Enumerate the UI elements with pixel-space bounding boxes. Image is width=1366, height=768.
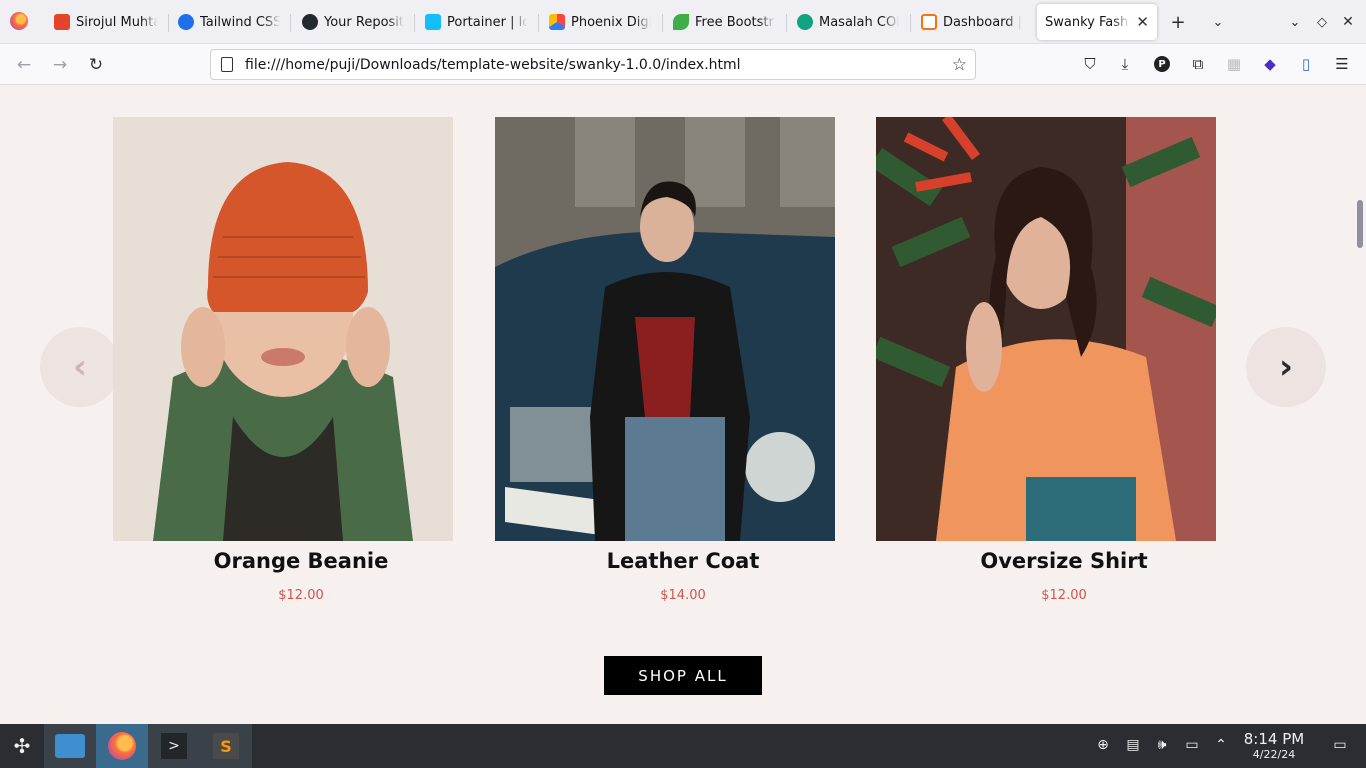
- tab-bootstrap[interactable]: Free Bootstrap: [665, 4, 783, 40]
- list-tabs-icon[interactable]: ⌄: [1206, 10, 1230, 34]
- product-name[interactable]: Leather Coat: [495, 549, 871, 573]
- tray-expand-icon[interactable]: ⌃: [1212, 736, 1230, 754]
- tab-dashboard[interactable]: Dashboard |: [913, 4, 1031, 40]
- scrollbar-thumb[interactable]: [1357, 200, 1363, 248]
- layers-extension-icon[interactable]: ◆: [1260, 54, 1280, 74]
- play-icon: [178, 14, 194, 30]
- firefox-icon[interactable]: [96, 724, 148, 768]
- terminal-icon[interactable]: >: [148, 724, 200, 768]
- phoenix-icon: [549, 14, 565, 30]
- update-icon[interactable]: ⊕: [1094, 736, 1112, 754]
- product-name[interactable]: Orange Beanie: [113, 549, 489, 573]
- url-bar[interactable]: file:///home/puji/Downloads/template-web…: [210, 49, 976, 80]
- chevron-right-icon: ›: [1278, 347, 1293, 387]
- product-image-orange-beanie[interactable]: [113, 117, 453, 541]
- page-icon: [221, 57, 233, 72]
- tab-cors[interactable]: Masalah CORS: [789, 4, 907, 40]
- grid-extension-icon[interactable]: ▦: [1224, 54, 1244, 74]
- shop-all-button[interactable]: SHOP ALL: [604, 656, 762, 695]
- chevron-left-icon: ‹: [72, 347, 87, 387]
- nav-bar: ← → ↻ file:///home/puji/Downloads/templa…: [0, 44, 1366, 85]
- tablet-extension-icon[interactable]: ▯: [1296, 54, 1316, 74]
- product-price: $12.00: [278, 588, 324, 603]
- reload-icon[interactable]: ↻: [83, 52, 109, 78]
- back-icon[interactable]: ←: [11, 52, 37, 78]
- show-desktop-icon[interactable]: ▭: [1331, 736, 1349, 754]
- dashboard-icon: [921, 14, 937, 30]
- product-name[interactable]: Oversize Shirt: [876, 549, 1252, 573]
- download-icon[interactable]: ⤓: [1115, 54, 1135, 74]
- scrollbar[interactable]: [1356, 85, 1366, 724]
- new-tab-icon[interactable]: +: [1166, 10, 1190, 34]
- tab-bar: Sirojul Muhtar Tailwind CSS Your Reposit…: [0, 0, 1366, 44]
- github-icon: [302, 14, 318, 30]
- menu-icon[interactable]: ☰: [1332, 54, 1352, 74]
- maximize-icon[interactable]: ◇: [1310, 10, 1334, 34]
- bookmark-star-icon[interactable]: ☆: [952, 55, 967, 75]
- clipboard-icon[interactable]: ▤: [1124, 736, 1142, 754]
- minimize-icon[interactable]: ⌄: [1283, 10, 1307, 34]
- profile-p-icon[interactable]: P: [1152, 54, 1172, 74]
- carousel-next-button[interactable]: ›: [1246, 327, 1326, 407]
- network-icon[interactable]: ▭: [1183, 736, 1201, 754]
- chatgpt-icon: [797, 14, 813, 30]
- tab-portainer[interactable]: Portainer | lo: [417, 4, 535, 40]
- sublime-text-icon[interactable]: S: [200, 724, 252, 768]
- tab-swanky[interactable]: Swanky Fashion ✕: [1037, 4, 1157, 40]
- portainer-icon: [425, 14, 441, 30]
- leaf-icon: [673, 14, 689, 30]
- tab-sirojul[interactable]: Sirojul Muhtar: [46, 4, 166, 40]
- close-window-icon[interactable]: ✕: [1336, 10, 1360, 34]
- clock-time: 8:14 PM: [1243, 730, 1305, 748]
- clock[interactable]: 8:14 PM 4/22/24: [1240, 730, 1308, 761]
- forward-icon[interactable]: →: [47, 52, 73, 78]
- app-launcher-icon[interactable]: ✣: [0, 724, 44, 768]
- extensions-icon[interactable]: ⧉: [1188, 54, 1208, 74]
- product-card[interactable]: Oversize Shirt $12.00: [876, 117, 1216, 603]
- product-image-oversize-shirt[interactable]: [876, 117, 1216, 541]
- tab-phoenix[interactable]: Phoenix Digital: [541, 4, 659, 40]
- product-image-leather-coat[interactable]: [495, 117, 835, 541]
- clock-date: 4/22/24: [1252, 748, 1296, 761]
- taskbar: ✣ > S ⊕ ▤ 🕪 ▭ ⌃ 8:14 PM 4/22/24 ▭: [0, 724, 1366, 768]
- product-card[interactable]: Leather Coat $14.00: [495, 117, 835, 603]
- file-manager-icon[interactable]: [44, 724, 96, 768]
- product-card[interactable]: Orange Beanie $12.00: [113, 117, 453, 603]
- firefox-view-icon[interactable]: [10, 12, 28, 30]
- page-content: ‹ Orange Beanie $12.00 Leather Coat $14.…: [0, 85, 1356, 724]
- close-tab-icon[interactable]: ✕: [1136, 13, 1149, 31]
- product-price: $14.00: [660, 588, 706, 603]
- tab-github[interactable]: Your Repositories: [294, 4, 412, 40]
- url-text[interactable]: file:///home/puji/Downloads/template-web…: [245, 57, 952, 73]
- volume-icon[interactable]: 🕪: [1153, 736, 1171, 754]
- product-price: $12.00: [1041, 588, 1087, 603]
- pocket-icon[interactable]: ⛉: [1080, 54, 1100, 74]
- tab-tailwind[interactable]: Tailwind CSS: [170, 4, 288, 40]
- carousel-prev-button[interactable]: ‹: [40, 327, 120, 407]
- gitlab-icon: [54, 14, 70, 30]
